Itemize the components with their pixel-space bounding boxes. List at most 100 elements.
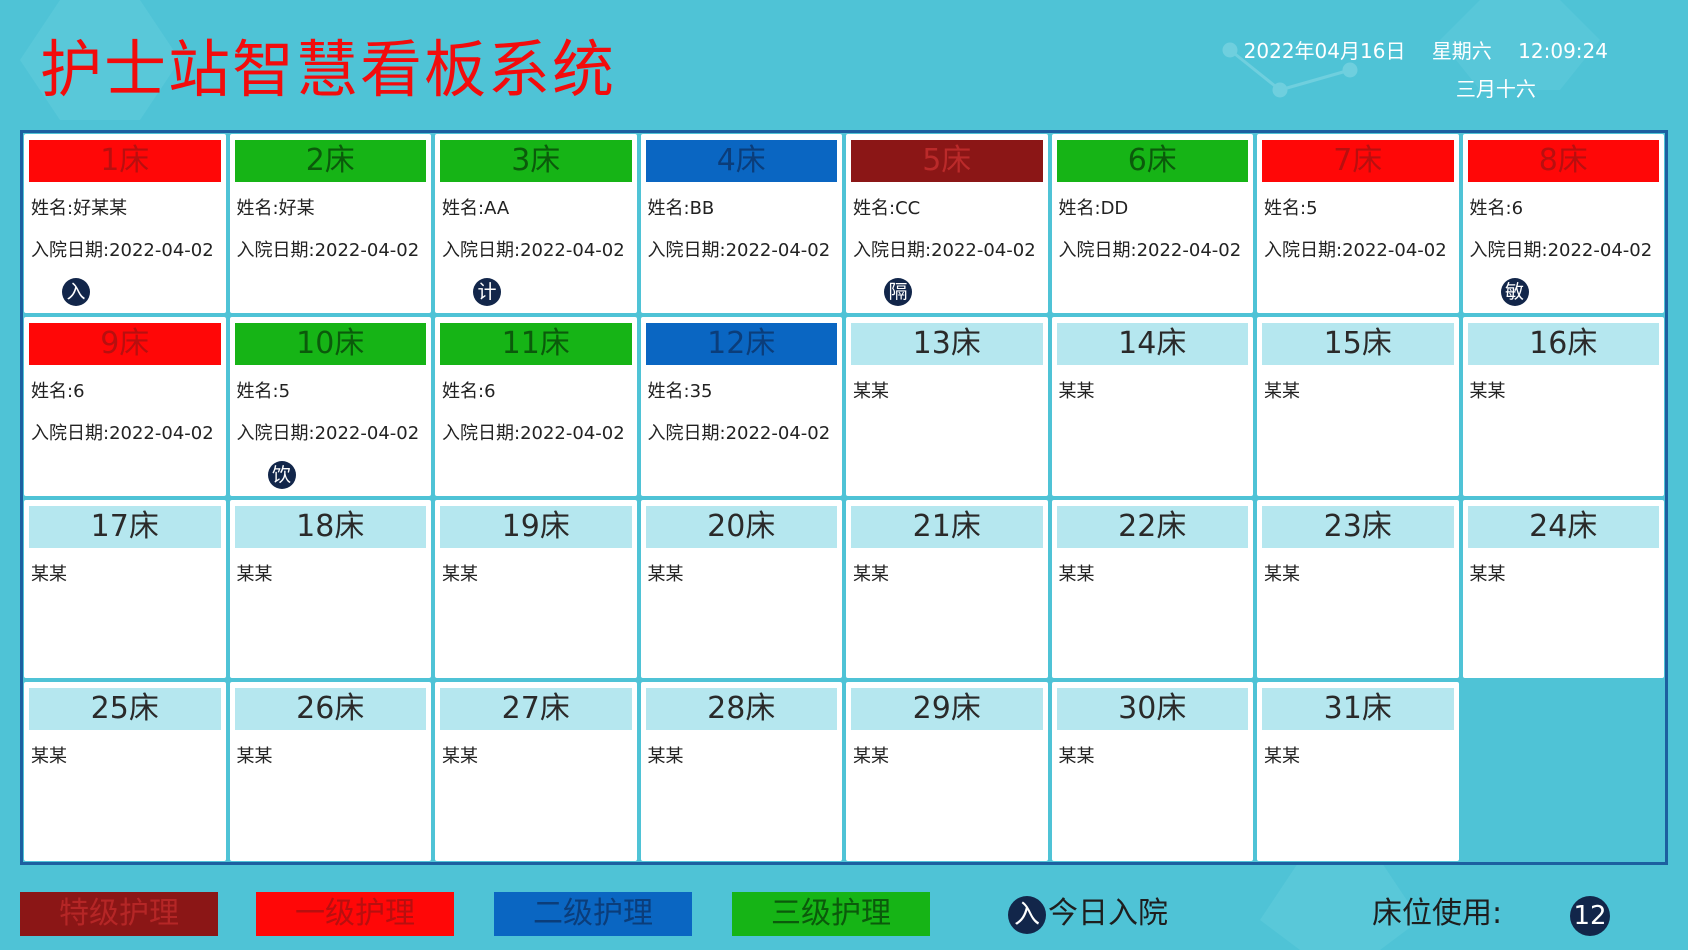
patient-name: 某某: [647, 746, 684, 768]
admission-date: 入院日期:2022-04-02: [853, 240, 1036, 261]
bed-card[interactable]: 31床 某某: [1257, 682, 1459, 861]
bed-card[interactable]: 5床姓名:CC 入院日期:2022-04-02 隔: [846, 134, 1048, 313]
admission-date: 入院日期:2022-04-02: [1264, 240, 1447, 261]
admission-date: 入院日期:2022-04-02: [1469, 240, 1653, 261]
patient-name: 姓名:好某某: [31, 198, 128, 219]
admission-date: 入院日期:2022-04-02: [442, 422, 625, 444]
bed-card[interactable]: 29床 某某: [846, 682, 1048, 861]
bed-card[interactable]: 3床姓名:AA 入院日期:2022-04-02 计: [435, 134, 637, 313]
bed-card[interactable]: 24床某某: [1462, 499, 1664, 679]
bed-number: 19床: [440, 505, 632, 548]
patient-name: 某某: [442, 563, 478, 585]
admission-date: 入院日期:2022-04-02: [647, 422, 831, 444]
bed-card[interactable]: 14床某某: [1051, 316, 1253, 496]
admission-date: 入院日期:2022-04-02: [442, 240, 625, 261]
patient-name: 姓名:好某: [236, 198, 315, 219]
bed-card[interactable]: 18床某某: [229, 499, 431, 679]
bed-number: 31床: [1262, 688, 1454, 731]
bed-number: 24床: [1467, 505, 1659, 548]
bed-number: 8床: [1467, 140, 1659, 182]
bed-card[interactable]: 19床某某: [435, 499, 637, 679]
date-text: 2022年04月16日: [1243, 39, 1406, 63]
patient-name: 某某: [1058, 746, 1095, 768]
bed-card[interactable]: 9床 姓名:6 入院日期:2022-04-02: [24, 316, 226, 496]
bed-number: 9床: [29, 322, 221, 365]
bed-number: 27床: [440, 688, 632, 731]
bed-card[interactable]: 20床 某某: [640, 499, 842, 679]
bed-number: 14床: [1056, 322, 1248, 365]
bed-card[interactable]: 10床 姓名:5 入院日期:2022-04-02 饮: [229, 316, 431, 496]
bed-card[interactable]: 2床姓名:好某入院日期:2022-04-02: [229, 134, 431, 313]
patient-name: 某某: [236, 563, 273, 585]
bed-number: 18床: [234, 505, 426, 548]
patient-name: 姓名:DD: [1058, 198, 1129, 219]
patient-name: 某某: [1469, 563, 1506, 585]
bed-card[interactable]: 1床 姓名:好某某 入院日期:2022-04-02 入: [24, 134, 226, 313]
bed-number: 2床: [234, 140, 426, 182]
bed-card[interactable]: 27床 某某: [435, 682, 637, 861]
bed-number: 25床: [29, 688, 221, 731]
bed-number: 11床: [440, 322, 632, 365]
status-badge-icon: 敏: [1500, 278, 1529, 306]
patient-name: 某某: [1058, 380, 1095, 402]
admission-badge-icon: 入: [1008, 895, 1046, 934]
bed-card[interactable]: 26床 某某: [229, 682, 431, 861]
bed-number: 17床: [29, 505, 221, 548]
bed-card[interactable]: 7床 姓名:5 入院日期:2022-04-02: [1257, 134, 1459, 313]
status-badge-icon: 入: [62, 278, 90, 306]
datetime-panel: 2022年04月16日 星期六 12:09:24 三月十六: [1244, 38, 1608, 102]
bed-usage-label: 床位使用:: [1372, 896, 1503, 931]
bed-number: 23床: [1262, 505, 1454, 548]
patient-name: 姓名:CC: [853, 198, 921, 219]
legend-special-care: 特级护理: [20, 892, 218, 936]
patient-name: 姓名:AA: [442, 198, 510, 219]
admission-date: 入院日期:2022-04-02: [31, 422, 214, 444]
bed-card[interactable]: 6床姓名:DD 入院日期:2022-04-02: [1051, 134, 1253, 313]
patient-name: 某某: [853, 746, 889, 768]
patient-name: 某某: [853, 380, 889, 402]
status-badge-icon: 计: [473, 278, 501, 306]
bed-card[interactable]: 15床 某某: [1257, 316, 1459, 496]
bed-card[interactable]: 17床某某: [24, 499, 226, 679]
legend-level2-care: 二级护理: [494, 892, 692, 936]
status-badge-icon: 隔: [884, 278, 912, 306]
patient-name: 姓名:35: [647, 380, 713, 402]
bed-card[interactable]: 11床 姓名:6 入院日期:2022-04-02: [435, 316, 637, 496]
admission-date: 入院日期:2022-04-02: [236, 240, 420, 261]
bed-card[interactable]: 23床某某: [1257, 499, 1459, 679]
bed-number: 10床: [234, 322, 426, 365]
bed-card[interactable]: 22床 某某: [1051, 499, 1253, 679]
bed-card[interactable]: 8床 姓名:6 入院日期:2022-04-02 敏: [1462, 134, 1664, 313]
bed-number: 28床: [645, 688, 837, 731]
patient-name: 某某: [31, 563, 67, 585]
bed-card[interactable]: 21床 某某: [846, 499, 1048, 679]
bed-card[interactable]: 16床 某某: [1462, 316, 1664, 496]
bed-number: 12床: [645, 322, 837, 365]
admission-date: 入院日期:2022-04-02: [31, 240, 214, 261]
bed-number: 13床: [851, 322, 1043, 365]
bed-number: 5床: [851, 140, 1043, 182]
bed-number: 7床: [1262, 140, 1454, 182]
admission-date: 入院日期:2022-04-02: [1058, 240, 1242, 261]
admission-date: 入院日期:2022-04-02: [236, 422, 420, 444]
patient-name: 某某: [647, 563, 684, 585]
bed-card[interactable]: 4床 姓名:BB 入院日期:2022-04-02: [640, 134, 842, 313]
lunar-date-text: 三月十六: [1455, 77, 1536, 101]
legend-today-admission: 入今日入院: [1008, 892, 1168, 936]
bed-card[interactable]: 13床某某: [846, 316, 1048, 496]
empty-slot: [1463, 682, 1665, 861]
bed-number: 22床: [1056, 505, 1248, 548]
bed-number: 15床: [1262, 322, 1454, 365]
weekday-text: 星期六: [1431, 39, 1492, 63]
bed-number: 3床: [440, 140, 632, 182]
bed-card[interactable]: 28床某某: [640, 682, 842, 861]
page-title: 护士站智慧看板系统: [40, 33, 617, 106]
bed-card[interactable]: 12床姓名:35 入院日期:2022-04-02: [640, 316, 842, 496]
bed-usage-count: 12: [1570, 896, 1610, 936]
bed-grid: 1床 姓名:好某某 入院日期:2022-04-02 入 2床 姓名:好某 入院日期:2022…: [20, 130, 1668, 865]
bed-card[interactable]: 30床 某某: [1051, 682, 1253, 861]
bed-number: 6床: [1056, 140, 1248, 182]
patient-name: 某某: [1264, 563, 1300, 585]
admission-label: 今日入院: [1048, 896, 1168, 931]
bed-card[interactable]: 25床 某某: [24, 682, 226, 861]
